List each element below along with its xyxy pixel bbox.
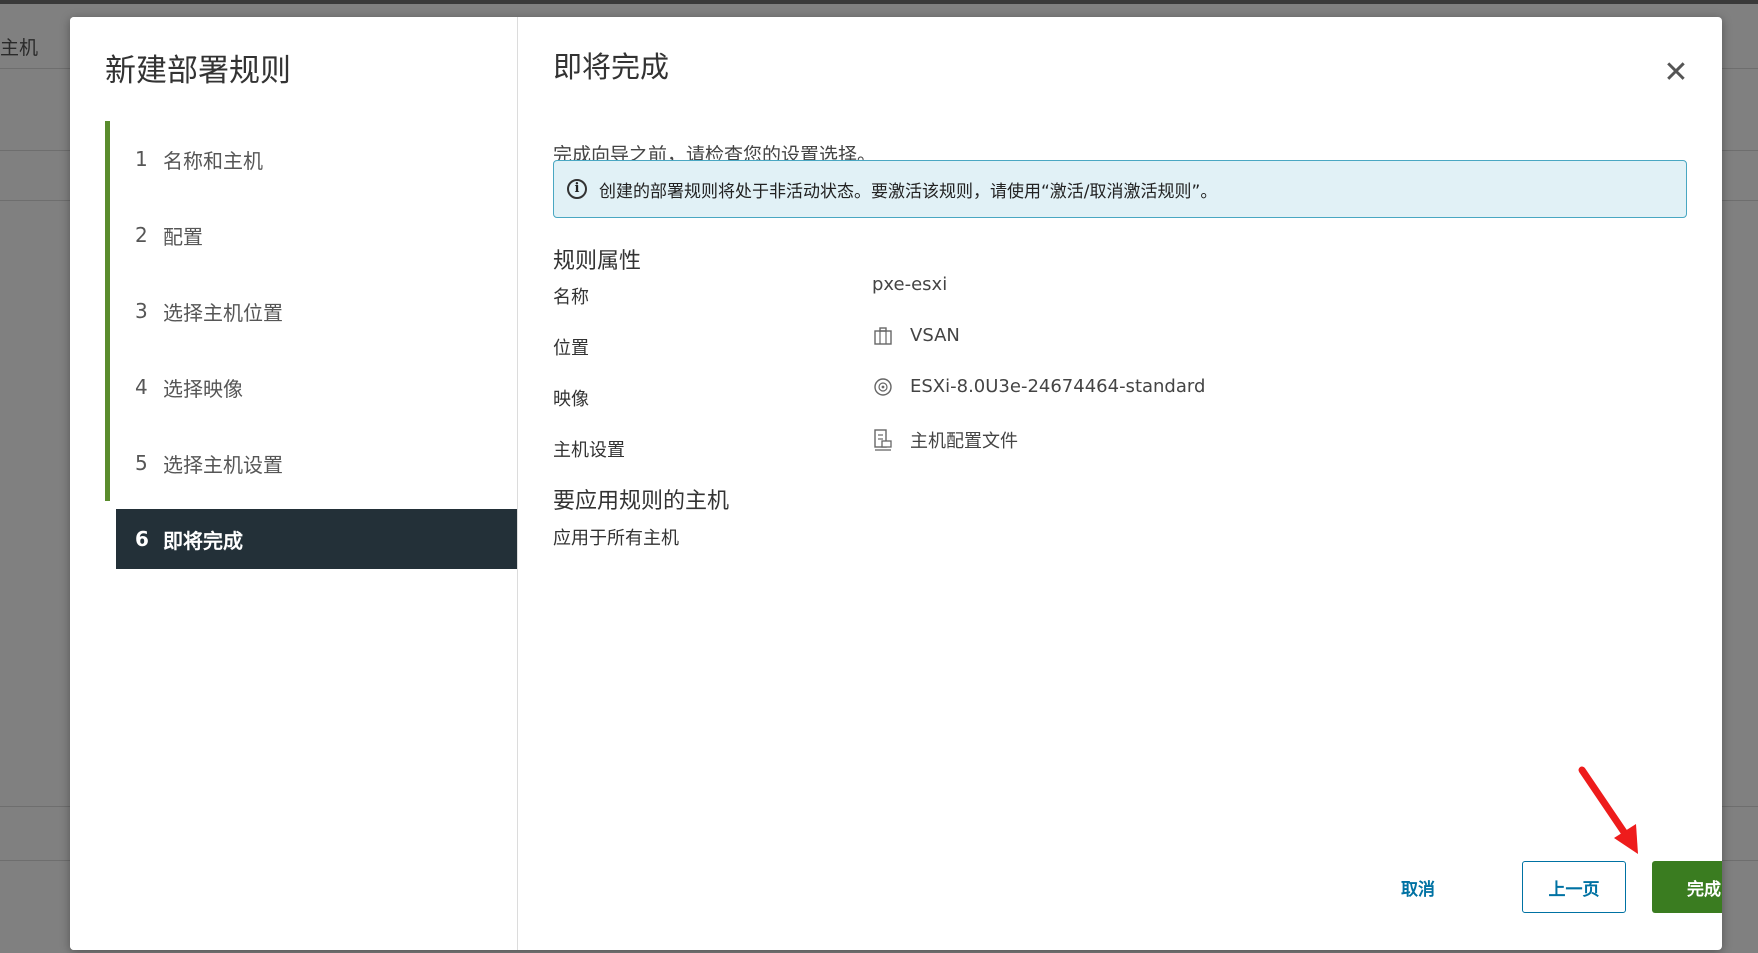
property-label-location: 位置	[553, 338, 589, 359]
step-select-host-location[interactable]: 3 选择主机位置	[105, 273, 517, 349]
finish-button[interactable]: 完成	[1652, 861, 1722, 913]
property-value-location: VSAN	[872, 325, 960, 346]
property-value-name: pxe-esxi	[872, 274, 947, 295]
step-select-host-settings[interactable]: 5 选择主机设置	[105, 425, 517, 501]
info-icon: i	[567, 179, 587, 199]
property-label-name: 名称	[553, 287, 589, 308]
red-arrow-annotation	[1578, 766, 1638, 854]
host-settings-value: 主机配置文件	[910, 431, 1018, 452]
property-label-host-settings: 主机设置	[553, 440, 625, 461]
step-name-and-hosts[interactable]: 1 名称和主机	[105, 121, 517, 197]
background-hosts-label: 主机	[0, 37, 39, 59]
target-hosts-text: 应用于所有主机	[553, 528, 679, 549]
step-label: 即将完成	[163, 528, 243, 553]
property-value-host-settings: 主机配置文件	[872, 427, 1018, 453]
datacenter-icon	[872, 326, 894, 345]
step-label: 选择主机位置	[163, 300, 283, 325]
wizard-content-pane: 即将完成 ✕ 完成向导之前，请检查您的设置选择。 i 创建的部署规则将处于非活动…	[518, 17, 1722, 950]
location-value: VSAN	[910, 325, 960, 346]
page-title: 即将完成	[553, 50, 670, 84]
disc-icon	[872, 377, 894, 397]
info-alert: i 创建的部署规则将处于非活动状态。要激活该规则，请使用“激活/取消激活规则”。	[553, 160, 1687, 218]
target-hosts-heading: 要应用规则的主机	[553, 489, 730, 514]
rule-name-value: pxe-esxi	[872, 274, 948, 295]
wizard-steps-pane: 新建部署规则 1 名称和主机 2 配置 3 选择主机位置 4 选择映像 5 选择…	[70, 17, 518, 950]
step-label: 名称和主机	[163, 148, 263, 173]
step-number: 3	[135, 299, 148, 323]
step-label: 选择映像	[163, 376, 243, 401]
background-top-bar	[0, 0, 1758, 4]
close-button[interactable]: ✕	[1660, 57, 1692, 89]
close-icon: ✕	[1663, 55, 1689, 90]
step-label: 配置	[163, 224, 203, 249]
wizard-title: 新建部署规则	[105, 53, 291, 89]
image-value: ESXi-8.0U3e-24674464-standard	[910, 376, 1206, 397]
step-ready-to-complete[interactable]: 6 即将完成	[116, 509, 517, 569]
step-select-image[interactable]: 4 选择映像	[105, 349, 517, 425]
new-deploy-rule-dialog: 新建部署规则 1 名称和主机 2 配置 3 选择主机位置 4 选择映像 5 选择…	[70, 17, 1722, 950]
step-number: 4	[135, 375, 148, 399]
back-button[interactable]: 上一页	[1522, 861, 1626, 913]
step-number: 2	[135, 223, 148, 247]
property-value-image: ESXi-8.0U3e-24674464-standard	[872, 376, 1205, 397]
step-configuration[interactable]: 2 配置	[105, 197, 517, 273]
property-label-image: 映像	[553, 389, 589, 410]
step-number: 6	[135, 527, 149, 551]
wizard-steps: 1 名称和主机 2 配置 3 选择主机位置 4 选择映像 5 选择主机设置 6 …	[105, 121, 517, 569]
rule-properties-heading: 规则属性	[553, 249, 642, 274]
step-number: 1	[135, 147, 148, 171]
host-profile-icon	[872, 429, 894, 451]
alert-text: 创建的部署规则将处于非活动状态。要激活该规则，请使用“激活/取消激活规则”。	[599, 181, 1218, 202]
cancel-button[interactable]: 取消	[1378, 861, 1458, 913]
step-number: 5	[135, 451, 148, 475]
step-label: 选择主机设置	[163, 452, 283, 477]
